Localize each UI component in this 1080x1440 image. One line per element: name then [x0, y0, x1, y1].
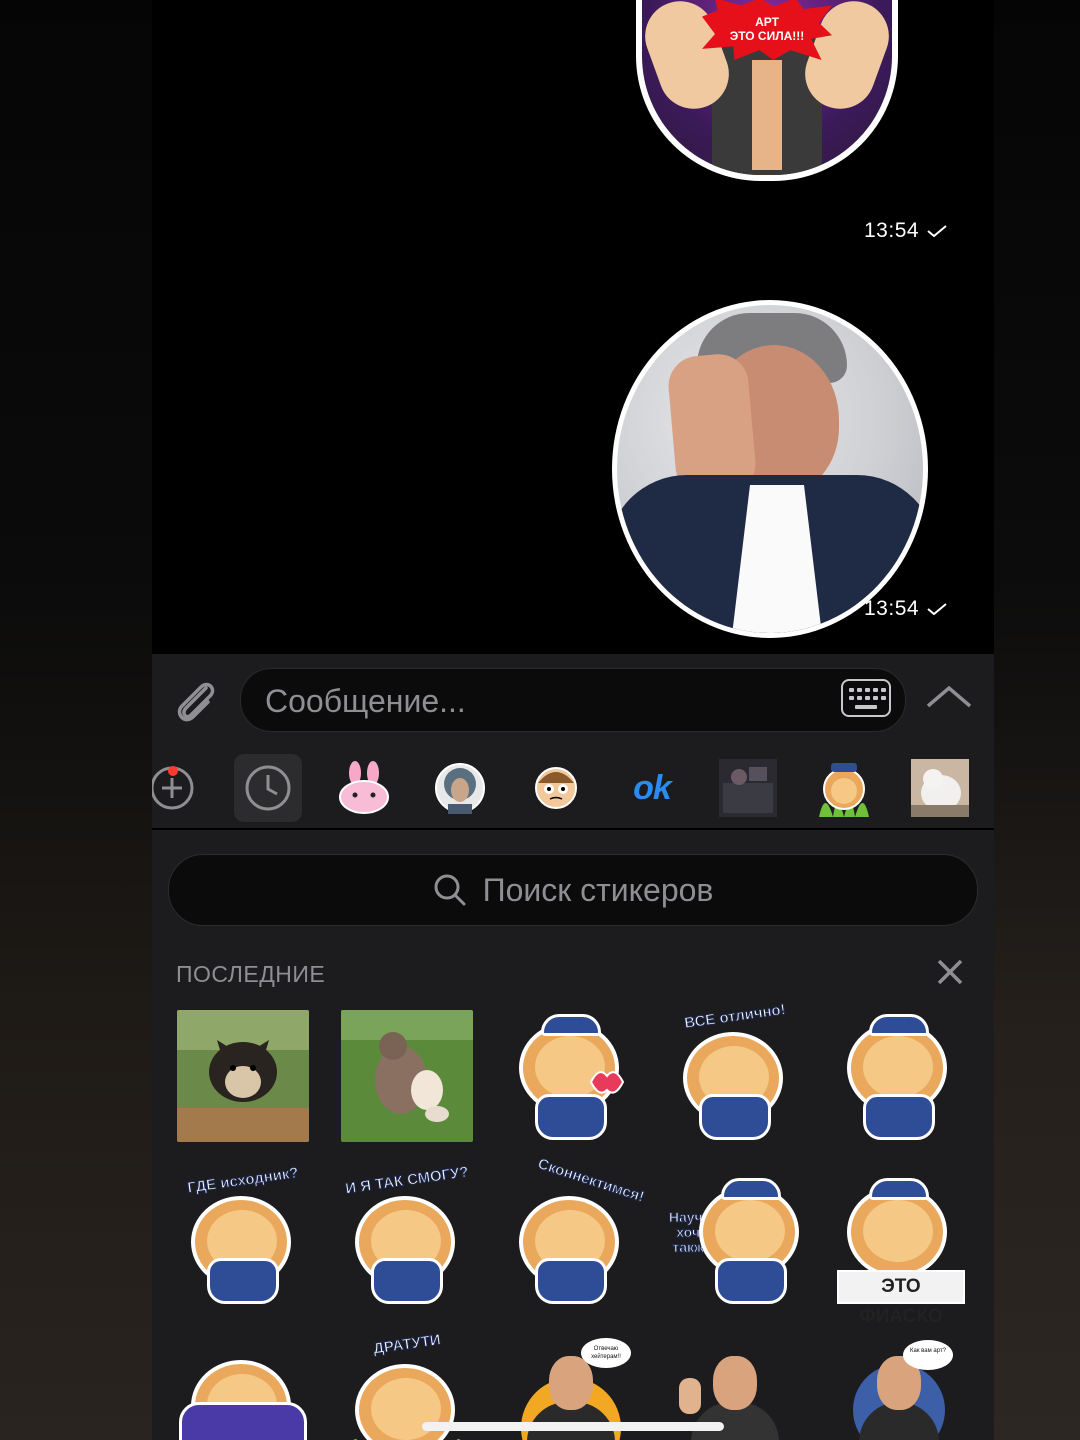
sticker-caption: ВСЕ отлично! — [683, 1000, 787, 1033]
message-input-placeholder: Сообщение... — [265, 683, 466, 719]
thumbs-up-sticker-message[interactable] — [612, 300, 928, 638]
art-sticker-shirt — [752, 60, 782, 170]
photo-sticker-pack-tab[interactable] — [714, 754, 782, 822]
message-time-text: 13:54 — [864, 219, 920, 242]
sticker-person-head — [549, 1356, 593, 1410]
bunny-sticker-pack-icon — [339, 761, 389, 814]
sitting-cat-image — [341, 1010, 473, 1142]
sticker-lion-fiasco[interactable]: ЭТО ФИАСКО — [833, 1174, 965, 1327]
cat-sticker-pack-tab[interactable] — [906, 754, 974, 822]
fiasco-sign: ЭТО ФИАСКО — [837, 1270, 965, 1327]
sticker-lion-teach-me[interactable]: Научи, хочу также — [668, 1174, 801, 1306]
chevron-up-icon[interactable] — [926, 682, 972, 712]
kiss-lips-icon — [589, 1071, 625, 1094]
sticker-pack-tabs: ok — [152, 748, 994, 828]
add-sticker-pack-tab[interactable] — [152, 754, 206, 822]
lion-face — [863, 1200, 933, 1262]
paperclip-icon[interactable] — [172, 674, 218, 728]
sent-check-icon — [927, 225, 948, 238]
cat-sticker-pack-icon — [911, 759, 969, 817]
ok-sticker-pack-tab[interactable]: ok — [618, 754, 686, 822]
close-icon[interactable] — [936, 958, 964, 986]
blurred-backdrop-left — [0, 0, 152, 1440]
recent-stickers-tab[interactable] — [234, 754, 302, 822]
message-time: 13:54 — [864, 597, 948, 621]
sticker-cat-photo[interactable] — [341, 1010, 473, 1142]
lion-face — [863, 1036, 933, 1098]
morty-sticker-pack-tab[interactable] — [522, 754, 590, 822]
sticker-lion-kiss[interactable] — [505, 1010, 637, 1142]
lion-sticker-pack-tab[interactable] — [810, 754, 878, 822]
raised-hand — [679, 1378, 701, 1414]
sticker-search-placeholder: Поиск стикеров — [482, 871, 714, 908]
sticker-lion-connect[interactable]: Сконнектимся! — [505, 1155, 647, 1306]
message-time-text: 13:54 — [864, 597, 920, 620]
lion-cap — [541, 1014, 601, 1036]
lion-shirt — [699, 1094, 771, 1140]
ok-sticker-pack-label: ok — [633, 768, 672, 807]
lion-blanket — [179, 1402, 307, 1440]
sticker-lion-i-can-too[interactable]: И Я ТАК СМОГУ? — [341, 1163, 473, 1306]
lion-shirt — [715, 1258, 787, 1304]
art-sticker-message[interactable]: АРТ ЭТО СИЛА!!! — [636, 0, 898, 181]
lion-cap — [869, 1178, 929, 1200]
keyboard-icon[interactable] — [841, 679, 891, 717]
clock-icon — [245, 765, 291, 811]
speech-bubble: Как вам арт? — [903, 1340, 953, 1370]
lion-shirt — [535, 1094, 607, 1140]
art-sticker-text: АРТ — [755, 15, 779, 29]
message-time: 13:54 — [864, 219, 948, 243]
lion-face — [715, 1200, 785, 1262]
sticker-caption: И Я ТАК СМОГУ? — [344, 1163, 470, 1198]
sticker-search-input[interactable]: Поиск стикеров — [168, 854, 978, 926]
sticker-panel: Поиск стикеров ПОСЛЕДНИЕ ВСЕ отлично! ГД… — [152, 830, 994, 1440]
sticker-lion-sleeping[interactable] — [177, 1338, 309, 1440]
home-indicator[interactable] — [422, 1422, 724, 1431]
morty-sticker-pack-icon — [535, 767, 577, 809]
sticker-shiba-photo[interactable] — [177, 1010, 309, 1142]
sticker-caption: ГДЕ исходник? — [186, 1164, 300, 1197]
search-icon — [434, 874, 466, 906]
message-input-bar: Сообщение... — [152, 654, 994, 748]
new-badge-dot — [168, 766, 178, 776]
lion-sticker-pack-icon — [819, 763, 869, 817]
astronaut-sticker-pack-tab[interactable] — [426, 754, 494, 822]
sent-check-icon — [927, 603, 948, 616]
astronaut-sticker-pack-icon — [435, 763, 485, 814]
sticker-person-head — [713, 1356, 757, 1410]
shiba-dog-image — [177, 1010, 309, 1142]
sticker-lion-sad[interactable] — [833, 1010, 965, 1142]
sticker-lion-where-source[interactable]: ГДЕ исходник? — [177, 1164, 309, 1306]
message-input[interactable]: Сообщение... — [240, 668, 906, 732]
sticker-how-is-art[interactable]: Как вам арт? — [833, 1338, 965, 1440]
recent-section-title: ПОСЛЕДНИЕ — [176, 961, 326, 987]
sticker-caption: ДРАТУТИ — [372, 1331, 443, 1358]
sticker-lion-all-good[interactable]: ВСЕ отлично! — [669, 1000, 801, 1142]
lion-shirt — [863, 1094, 935, 1140]
blurred-backdrop-right — [994, 0, 1080, 1440]
photo-sticker-pack-icon — [719, 759, 777, 817]
lion-shirt — [207, 1258, 279, 1304]
lion-shirt — [535, 1258, 607, 1304]
lion-cap — [721, 1178, 781, 1200]
art-sticker-text: ЭТО СИЛА!!! — [729, 29, 805, 43]
bunny-sticker-pack-tab[interactable] — [330, 754, 398, 822]
lion-shirt — [371, 1258, 443, 1304]
speech-bubble: Отвечаю хейтерам!! — [581, 1338, 631, 1368]
chat-screen: АРТ ЭТО СИЛА!!! 13:54 13:54 Сообщение... — [152, 0, 994, 1440]
lion-cap — [869, 1014, 929, 1036]
